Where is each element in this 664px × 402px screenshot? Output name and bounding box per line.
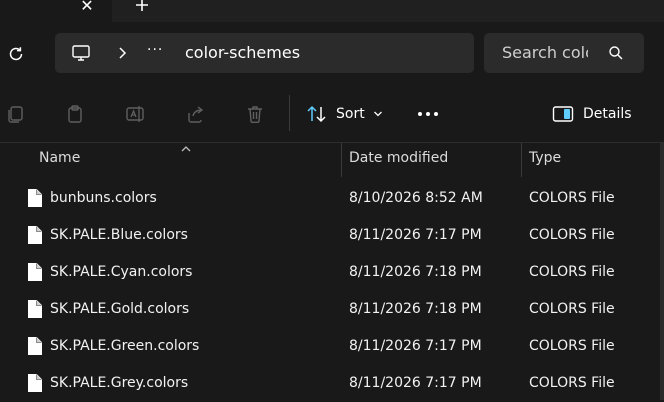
breadcrumb-chevron-icon[interactable] xyxy=(117,47,127,63)
file-date-modified: 8/11/2026 7:17 PM xyxy=(349,338,482,354)
file-icon xyxy=(27,336,43,360)
trash-icon xyxy=(248,106,262,123)
search-input[interactable]: Search color-schemes xyxy=(502,43,588,62)
file-row[interactable]: SK.PALE.Green.colors 8/11/2026 7:17 PM C… xyxy=(0,328,664,365)
column-resize-handle[interactable] xyxy=(521,143,522,177)
plus-icon xyxy=(136,0,148,11)
copy-icon xyxy=(8,106,23,123)
breadcrumb-overflow[interactable]: ··· xyxy=(147,42,163,58)
share-icon xyxy=(188,106,204,123)
copy-button[interactable] xyxy=(4,103,26,125)
tab-color-schemes[interactable]: ✕ xyxy=(0,0,112,22)
this-pc-icon[interactable] xyxy=(71,43,91,67)
paste-icon xyxy=(68,105,82,123)
command-bar: Sort Details xyxy=(0,87,664,143)
file-list: bunbuns.colors 8/10/2026 8:52 AM COLORS … xyxy=(0,180,664,402)
vertical-scrollbar[interactable] xyxy=(660,143,664,400)
address-bar[interactable]: ··· color-schemes xyxy=(55,33,474,73)
chevron-down-icon xyxy=(373,111,382,117)
details-pane-icon xyxy=(552,106,574,122)
close-tab-button[interactable]: ✕ xyxy=(76,0,98,16)
file-type: COLORS File xyxy=(529,375,615,391)
file-row[interactable]: SK.PALE.Cyan.colors 8/11/2026 7:18 PM CO… xyxy=(0,254,664,291)
paste-button[interactable] xyxy=(64,103,86,125)
file-name: SK.PALE.Cyan.colors xyxy=(50,264,193,280)
sort-icon xyxy=(307,105,326,123)
file-date-modified: 8/11/2026 7:17 PM xyxy=(349,375,482,391)
more-options-button[interactable] xyxy=(416,101,440,127)
file-icon xyxy=(27,299,43,323)
column-header-name[interactable]: Name xyxy=(39,150,80,166)
file-date-modified: 8/11/2026 7:18 PM xyxy=(349,264,482,280)
new-tab-button[interactable] xyxy=(130,0,154,16)
file-type: COLORS File xyxy=(529,264,615,280)
more-icon xyxy=(418,112,438,116)
file-date-modified: 8/11/2026 7:18 PM xyxy=(349,301,482,317)
file-icon xyxy=(27,225,43,249)
refresh-icon xyxy=(9,47,23,61)
column-header-date-modified[interactable]: Date modified xyxy=(349,150,448,166)
column-resize-handle[interactable] xyxy=(341,143,342,177)
file-type: COLORS File xyxy=(529,190,615,206)
file-name: SK.PALE.Grey.colors xyxy=(50,375,189,391)
delete-button[interactable] xyxy=(244,103,266,125)
rename-button[interactable] xyxy=(124,103,146,125)
title-bar: ✕ xyxy=(0,0,664,22)
search-icon[interactable] xyxy=(608,45,624,65)
toolbar-divider xyxy=(289,95,290,131)
file-icon xyxy=(27,262,43,286)
file-type: COLORS File xyxy=(529,301,615,317)
breadcrumb-current-folder[interactable]: color-schemes xyxy=(185,43,300,62)
rename-icon xyxy=(126,106,144,122)
file-name: SK.PALE.Gold.colors xyxy=(50,301,190,317)
search-box[interactable]: Search color-schemes xyxy=(484,33,644,73)
details-label: Details xyxy=(583,106,632,122)
file-name: bunbuns.colors xyxy=(50,190,157,206)
sort-label: Sort xyxy=(336,106,365,122)
share-button[interactable] xyxy=(184,103,206,125)
file-name: SK.PALE.Green.colors xyxy=(50,338,200,354)
refresh-button[interactable] xyxy=(4,42,28,66)
file-icon xyxy=(27,373,43,397)
file-type: COLORS File xyxy=(529,338,615,354)
details-pane-button[interactable]: Details xyxy=(552,101,632,127)
file-row[interactable]: SK.PALE.Grey.colors 8/11/2026 7:17 PM CO… xyxy=(0,365,664,402)
file-row[interactable]: SK.PALE.Blue.colors 8/11/2026 7:17 PM CO… xyxy=(0,217,664,254)
file-date-modified: 8/11/2026 7:17 PM xyxy=(349,227,482,243)
sort-ascending-indicator-icon xyxy=(180,141,192,157)
file-name: SK.PALE.Blue.colors xyxy=(50,227,188,243)
file-type: COLORS File xyxy=(529,227,615,243)
file-icon xyxy=(27,188,43,212)
file-row[interactable]: bunbuns.colors 8/10/2026 8:52 AM COLORS … xyxy=(0,180,664,217)
sort-button[interactable]: Sort xyxy=(306,101,383,127)
column-header-type[interactable]: Type xyxy=(529,150,561,166)
file-date-modified: 8/10/2026 8:52 AM xyxy=(349,190,483,206)
file-row[interactable]: SK.PALE.Gold.colors 8/11/2026 7:18 PM CO… xyxy=(0,291,664,328)
column-header-row: Name Date modified Type xyxy=(0,143,664,177)
